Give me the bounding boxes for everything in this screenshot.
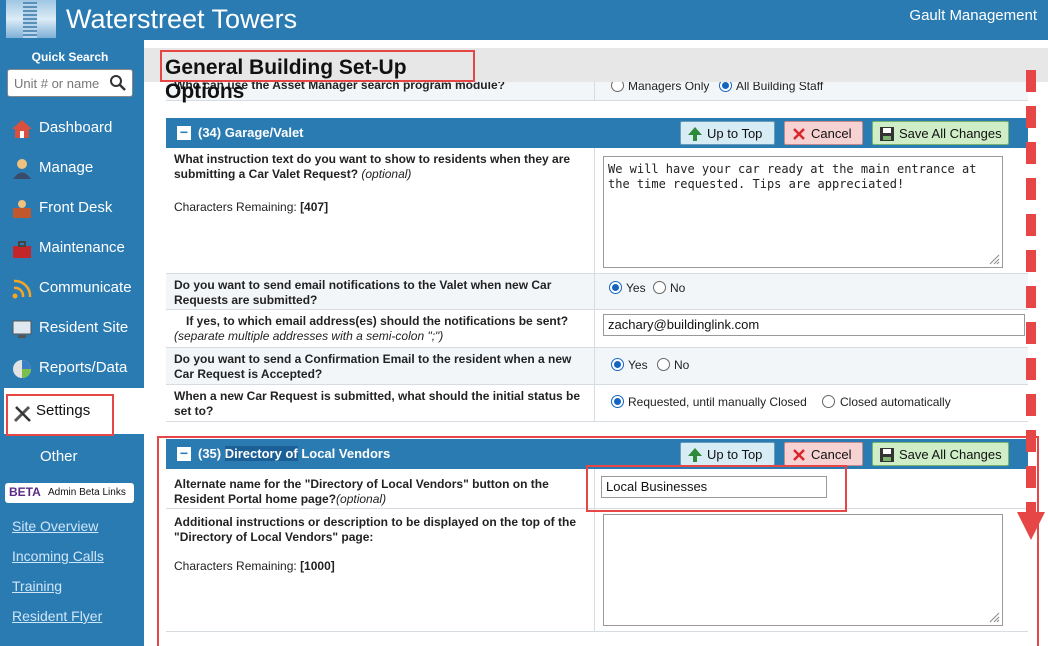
wifi-icon <box>12 279 32 299</box>
link-resident-flyer[interactable]: Resident Flyer <box>12 608 102 624</box>
radio-label: Requested, until manually Closed <box>628 395 807 409</box>
nav-label: Resident Site <box>39 319 129 336</box>
pie-chart-icon <box>13 360 31 378</box>
nav-reports-data[interactable]: Reports/Data <box>0 350 144 386</box>
other-label[interactable]: Other <box>40 448 78 465</box>
button-label: Up to Top <box>707 126 763 141</box>
valet-instructions-row: What instruction text do you want to sho… <box>166 148 1028 274</box>
nav-label: Communicate <box>39 279 132 296</box>
valet-email-address-row: If yes, to which email address(es) shoul… <box>166 310 1028 348</box>
radio-label: Closed automatically <box>840 395 951 409</box>
question-hint: (separate multiple addresses with a semi… <box>174 329 444 343</box>
valet-instructions-textarea[interactable]: We will have your car ready at the main … <box>603 156 1003 268</box>
nav-manage[interactable]: Manage <box>0 150 144 186</box>
radio-label: Yes <box>626 281 646 295</box>
building-logo <box>6 0 56 38</box>
tower-graphic <box>23 2 37 38</box>
column-divider <box>594 348 595 384</box>
monitor-icon <box>12 320 32 338</box>
valet-email-notify-row: Do you want to send email notifications … <box>166 274 1028 310</box>
section-title: (34) Garage/Valet <box>198 125 304 140</box>
cancel-button[interactable]: Cancel <box>784 121 863 145</box>
quick-search-box[interactable] <box>7 69 133 97</box>
nav-label: Dashboard <box>39 119 113 136</box>
column-divider <box>594 385 595 421</box>
confirmation-email-row: Do you want to send a Confirmation Email… <box>166 348 1028 385</box>
up-to-top-button[interactable]: Up to Top <box>680 121 775 145</box>
link-incoming-calls[interactable]: Incoming Calls <box>12 548 104 564</box>
column-divider <box>594 310 595 347</box>
radio-label: No <box>674 358 690 372</box>
quick-search-input[interactable] <box>12 74 108 92</box>
initial-status-row: When a new Car Request is submitted, wha… <box>166 385 1028 422</box>
front-desk-icon <box>13 200 31 218</box>
beta-tag: BETA <box>9 485 41 499</box>
up-arrow-icon <box>688 127 702 141</box>
search-icon[interactable] <box>109 74 127 92</box>
radio-yes[interactable] <box>609 281 622 294</box>
manager-icon <box>13 159 31 179</box>
nav-front-desk[interactable]: Front Desk <box>0 190 144 226</box>
page-title: General Building Set-Up Options <box>160 50 475 103</box>
question-text: If yes, to which email address(es) shoul… <box>174 314 596 344</box>
floppy-disk-icon <box>880 127 894 141</box>
nav-label: Maintenance <box>39 239 125 256</box>
collapse-icon[interactable]: − <box>177 125 191 140</box>
button-label: Cancel <box>811 126 852 141</box>
question-text: When a new Car Request is submitted, wha… <box>174 389 581 418</box>
nav-communicate[interactable]: Communicate <box>0 270 144 306</box>
question-label: If yes, to which email address(es) shoul… <box>186 314 569 328</box>
scroll-down-dashed-line <box>1026 70 1036 518</box>
radio-yes[interactable] <box>611 358 624 371</box>
radio-no[interactable] <box>657 358 670 371</box>
column-divider <box>594 274 595 309</box>
app-title: Waterstreet Towers <box>66 4 298 34</box>
nav-label: Manage <box>39 159 94 176</box>
radio-requested[interactable] <box>611 395 624 408</box>
org-name[interactable]: Gault Management <box>909 7 1037 24</box>
optional-note: (optional) <box>361 167 412 181</box>
question-text: Do you want to send a Confirmation Email… <box>174 352 572 381</box>
radio-closed-automatically[interactable] <box>822 395 835 408</box>
question-text: Do you want to send email notifications … <box>174 278 552 307</box>
beta-link-label: Admin Beta Links <box>48 487 126 498</box>
question-text: What instruction text do you want to sho… <box>174 152 584 182</box>
link-site-overview[interactable]: Site Overview <box>12 518 98 534</box>
nav-maintenance[interactable]: Maintenance <box>0 230 144 266</box>
nav-label: Reports/Data <box>39 359 128 376</box>
valet-email-input[interactable]: zachary@buildinglink.com <box>603 314 1025 336</box>
column-divider <box>594 148 595 273</box>
toolbox-icon <box>13 241 31 258</box>
house-icon <box>12 120 32 138</box>
sidebar: Quick Search Dashboard Manage Front Desk <box>0 40 144 646</box>
radio-label: Yes <box>628 358 648 372</box>
section-34-header: − (34) Garage/Valet Up to Top Cancel Sav… <box>166 118 1028 148</box>
resize-grip-icon[interactable] <box>988 253 1000 265</box>
nav-label: Front Desk <box>39 199 113 216</box>
chars-value: [407] <box>300 200 329 214</box>
link-training[interactable]: Training <box>12 578 62 594</box>
radio-label: No <box>670 281 686 295</box>
save-all-changes-button[interactable]: Save All Changes <box>872 121 1009 145</box>
down-arrow-icon <box>1017 512 1045 540</box>
quick-search-label: Quick Search <box>31 50 109 64</box>
top-bar: Waterstreet Towers Gault Management <box>0 0 1048 40</box>
close-icon <box>793 128 805 140</box>
characters-remaining: Characters Remaining: [407] <box>174 200 584 215</box>
button-label: Save All Changes <box>899 126 1002 141</box>
admin-beta-links[interactable]: BETA Admin Beta Links <box>5 483 134 503</box>
settings-highlight <box>6 394 114 436</box>
radio-no[interactable] <box>653 281 666 294</box>
chars-label: Characters Remaining: <box>174 200 297 214</box>
nav-resident-site[interactable]: Resident Site <box>0 310 144 346</box>
alt-name-highlight <box>586 465 847 512</box>
nav-dashboard[interactable]: Dashboard <box>0 110 144 146</box>
